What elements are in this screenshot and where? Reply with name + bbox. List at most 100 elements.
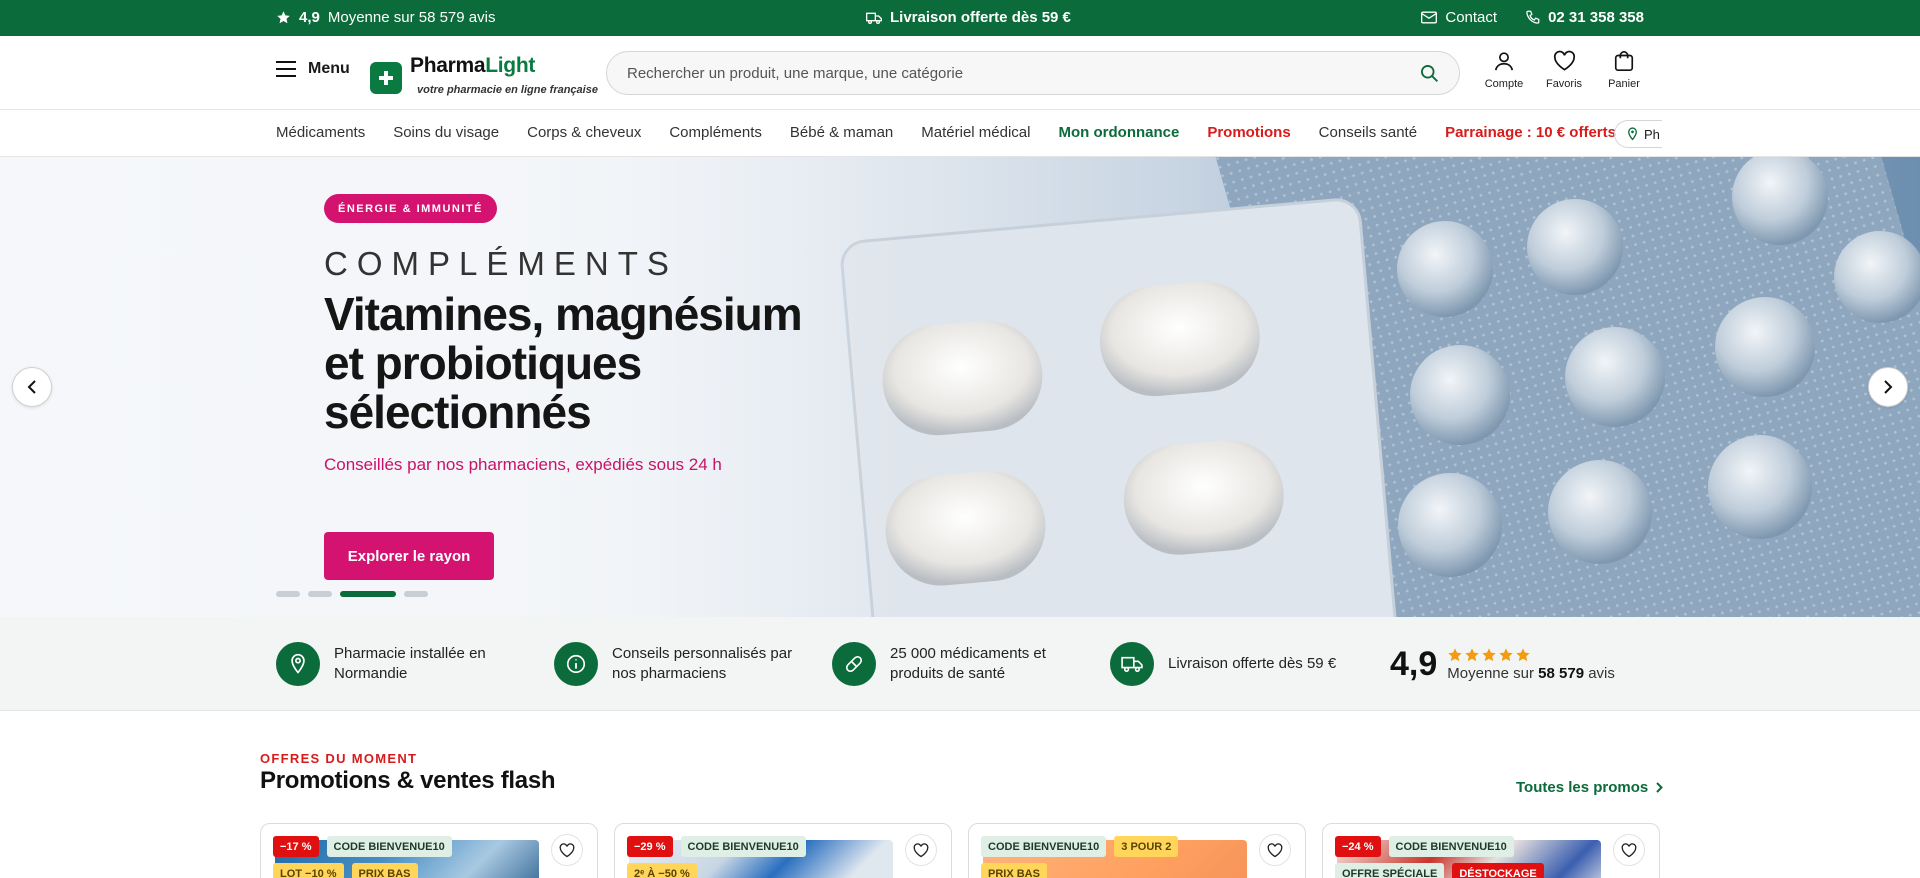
nav-item-materiel-medical[interactable]: Matériel médical — [921, 124, 1030, 141]
carousel-dot[interactable] — [404, 591, 428, 597]
favorite-button[interactable] — [551, 834, 583, 866]
search-input[interactable] — [627, 64, 1419, 82]
discount-badge: −24 % — [1335, 836, 1381, 857]
product-card[interactable]: −29 % CODE BIENVENUE10 2ᵉ À −50 % — [614, 823, 952, 878]
rating-summary: 4,9 Moyenne sur 58 579 avis — [276, 9, 495, 26]
star-icon — [1499, 648, 1513, 662]
menu-label: Menu — [308, 60, 350, 77]
search-icon[interactable] — [1419, 63, 1439, 83]
promo-code-badge: CODE BIENVENUE10 — [1388, 836, 1514, 857]
star-icon — [1448, 648, 1462, 662]
carousel-dot[interactable] — [308, 591, 332, 597]
contact-label: Contact — [1445, 9, 1498, 26]
nav-item-conseils-sante[interactable]: Conseils santé — [1319, 124, 1417, 141]
account-label: Compte — [1484, 78, 1524, 90]
reassurance-item: Livraison offerte dès 59 € — [1110, 642, 1360, 686]
nav-item-bebe-maman[interactable]: Bébé & maman — [790, 124, 893, 141]
nav-item-medicaments[interactable]: Médicaments — [276, 124, 365, 141]
hero-kicker: COMPLÉMENTS — [324, 245, 678, 282]
chevron-right-icon — [1656, 782, 1664, 793]
search-bar — [606, 51, 1460, 95]
menu-button[interactable]: Menu — [276, 60, 350, 78]
offer-badge: 2ᵉ À −50 % — [627, 863, 697, 878]
logo-tagline: votre pharmacie en ligne française — [417, 83, 598, 96]
contact-link[interactable]: Contact — [1421, 9, 1497, 26]
product-card[interactable]: −24 % CODE BIENVENUE10 OFFRE SPÉCIALE DÉ… — [1322, 823, 1660, 878]
reassurance-item: Conseils personnalisés par nos pharmacie… — [554, 642, 804, 686]
pharmacy-selector[interactable]: Ph — [1614, 120, 1662, 148]
product-card[interactable]: −17 % CODE BIENVENUE10 LOT −10 % PRIX BA… — [260, 823, 598, 878]
rating-count: 58 579 — [1538, 665, 1585, 682]
section-eyebrow: OFFRES DU MOMENT — [260, 751, 418, 766]
phone-link[interactable]: 02 31 358 358 — [1525, 9, 1644, 26]
rating-suffix: avis — [1588, 665, 1615, 682]
category-nav: Médicaments Soins du visage Corps & chev… — [0, 110, 1920, 157]
pill-icon — [832, 642, 876, 686]
map-pin-icon — [1627, 127, 1638, 141]
carousel-dot[interactable] — [276, 591, 300, 597]
logo-name-part2: Light — [485, 54, 536, 77]
offer-badge: 3 POUR 2 — [1114, 836, 1179, 857]
reassurance-text: Livraison offerte dès 59 € — [1168, 655, 1337, 672]
rating-prefix: Moyenne sur — [1447, 665, 1534, 682]
info-icon — [554, 642, 598, 686]
star-icon — [1482, 648, 1496, 662]
promotions-section: OFFRES DU MOMENT Promotions & ventes fla… — [0, 711, 1920, 878]
star-icon — [1465, 648, 1479, 662]
reassurance-text: Pharmacie installée en Normandie — [334, 645, 486, 682]
truck-icon — [1110, 642, 1154, 686]
hero-title: Vitamines, magnésium et probiotiques sél… — [324, 288, 803, 438]
reassurance-bar: Pharmacie installée en Normandie Conseil… — [0, 617, 1920, 711]
carousel-dot-active[interactable] — [340, 591, 396, 597]
account-button[interactable]: Compte — [1472, 50, 1536, 90]
offer-badge: PRIX BAS — [981, 863, 1047, 878]
reassurance-item: Pharmacie installée en Normandie — [276, 642, 516, 686]
mail-icon — [1421, 11, 1438, 24]
favorite-button[interactable] — [1259, 834, 1291, 866]
hero-subtitle: Conseillés par nos pharmaciens, expédiés… — [324, 455, 722, 474]
discount-badge: −17 % — [273, 836, 319, 857]
bag-icon — [1613, 50, 1635, 72]
rating-value: 4,9 — [299, 9, 320, 26]
truck-icon — [866, 11, 882, 25]
heart-icon — [913, 842, 929, 858]
reassurance-text: Conseils personnalisés par nos pharmacie… — [612, 645, 793, 682]
cross-logo-icon — [370, 62, 402, 94]
nav-item-corps-cheveux[interactable]: Corps & cheveux — [527, 124, 641, 141]
rating-stars — [1447, 647, 1615, 663]
favorites-label: Favoris — [1545, 78, 1583, 90]
favorite-button[interactable] — [1613, 834, 1645, 866]
phone-number: 02 31 358 358 — [1548, 9, 1644, 26]
nav-item-soins-visage[interactable]: Soins du visage — [393, 124, 499, 141]
nav-item-promotions[interactable]: Promotions — [1207, 124, 1290, 141]
heart-icon — [1553, 50, 1576, 72]
phone-icon — [1525, 10, 1540, 25]
nav-item-ordonnance[interactable]: Mon ordonnance — [1059, 124, 1180, 141]
offer-badge: DÉSTOCKAGE — [1452, 863, 1544, 878]
product-card[interactable]: CODE BIENVENUE10 3 POUR 2 PRIX BAS — [968, 823, 1306, 878]
site-logo[interactable]: PharmaLight votre pharmacie en ligne fra… — [370, 54, 605, 100]
carousel-prev-button[interactable] — [12, 367, 52, 407]
hero-cta-button[interactable]: Explorer le rayon — [324, 532, 494, 580]
top-info-bar: 4,9 Moyenne sur 58 579 avis Livraison of… — [0, 0, 1920, 36]
user-icon — [1493, 50, 1515, 72]
promo-code-badge: CODE BIENVENUE10 — [680, 836, 806, 857]
hero-carousel: ÉNERGIE & IMMUNITÉ COMPLÉMENTS Vitamines… — [0, 157, 1920, 617]
heart-icon — [1621, 842, 1637, 858]
customer-rating[interactable]: 4,9 Moyenne sur 58 579 avis — [1390, 645, 1615, 684]
hamburger-icon — [276, 61, 296, 77]
heart-icon — [1267, 842, 1283, 858]
logo-name: PharmaLight — [410, 54, 605, 77]
carousel-next-button[interactable] — [1868, 367, 1908, 407]
hero-badge: ÉNERGIE & IMMUNITÉ — [324, 194, 497, 223]
favorites-button[interactable]: Favoris — [1532, 50, 1596, 90]
nav-item-parrainage[interactable]: Parrainage : 10 € offerts — [1445, 124, 1616, 141]
promo-code-badge: CODE BIENVENUE10 — [326, 836, 452, 857]
nav-item-complements[interactable]: Compléments — [669, 124, 762, 141]
offer-badge: OFFRE SPÉCIALE — [1335, 863, 1445, 878]
carousel-dots — [276, 591, 428, 597]
see-all-promos-link[interactable]: Toutes les promos — [1516, 779, 1664, 796]
favorite-button[interactable] — [905, 834, 937, 866]
heart-icon — [559, 842, 575, 858]
cart-button[interactable]: Panier — [1592, 50, 1656, 90]
